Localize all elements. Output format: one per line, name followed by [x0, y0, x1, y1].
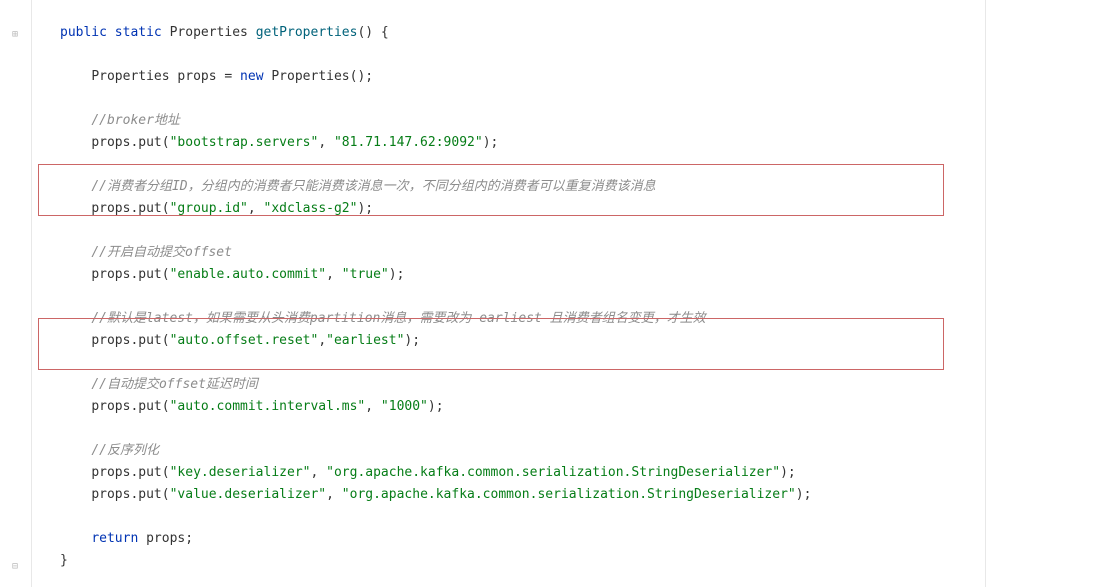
var-props: props	[91, 267, 130, 282]
string-bootstrap-key: "bootstrap.servers"	[170, 135, 319, 150]
string-offsetreset-value: "earliest"	[326, 333, 404, 348]
keyword-new: new	[240, 69, 263, 84]
type-properties: Properties	[271, 69, 349, 84]
comment-autocommit: //开启自动提交offset	[91, 245, 232, 260]
string-autocommit-value: "true"	[342, 267, 389, 282]
string-interval-value: "1000"	[381, 399, 428, 414]
string-bootstrap-value: "81.71.147.62:9092"	[334, 135, 483, 150]
string-valdeser-key: "value.deserializer"	[170, 487, 327, 502]
keyword-public: public	[60, 25, 107, 40]
string-valdeser-value: "org.apache.kafka.common.serialization.S…	[342, 487, 796, 502]
type-properties: Properties	[91, 69, 169, 84]
fold-collapse-icon[interactable]: ⊟	[12, 556, 18, 578]
var-props: props	[91, 465, 130, 480]
comment-group: //消费者分组ID，分组内的消费者只能消费该消息一次，不同分组内的消费者可以重复…	[91, 179, 655, 194]
var-props: props	[91, 201, 130, 216]
code-content: public static Properties getProperties()…	[32, 0, 1118, 572]
method-put: put	[138, 201, 161, 216]
var-props: props	[91, 487, 130, 502]
method-put: put	[138, 399, 161, 414]
type-properties: Properties	[170, 25, 248, 40]
comment-interval: //自动提交offset延迟时间	[91, 377, 258, 392]
editor-gutter: ⊞ ⊟	[0, 0, 32, 587]
string-keydeser-key: "key.deserializer"	[170, 465, 311, 480]
method-put: put	[138, 465, 161, 480]
method-put: put	[138, 487, 161, 502]
code-editor[interactable]: public static Properties getProperties()…	[32, 0, 1118, 572]
string-autocommit-key: "enable.auto.commit"	[170, 267, 327, 282]
var-props: props	[91, 135, 130, 150]
string-offsetreset-key: "auto.offset.reset"	[170, 333, 319, 348]
string-interval-key: "auto.commit.interval.ms"	[170, 399, 366, 414]
var-props: props	[177, 69, 216, 84]
string-group-value: "xdclass-g2"	[264, 201, 358, 216]
comment-deserializer: //反序列化	[91, 443, 159, 458]
comment-offsetreset: //默认是latest，如果需要从头消费partition消息，需要改为 ear…	[91, 311, 705, 326]
method-name: getProperties	[256, 25, 358, 40]
keyword-static: static	[115, 25, 162, 40]
var-props: props	[91, 333, 130, 348]
var-props: props	[91, 399, 130, 414]
string-keydeser-value: "org.apache.kafka.common.serialization.S…	[326, 465, 780, 480]
comment-broker: //broker地址	[91, 113, 180, 128]
string-group-key: "group.id"	[170, 201, 248, 216]
method-put: put	[138, 135, 161, 150]
var-props: props	[146, 531, 185, 546]
method-put: put	[138, 333, 161, 348]
method-put: put	[138, 267, 161, 282]
keyword-return: return	[91, 531, 138, 546]
fold-expand-icon[interactable]: ⊞	[12, 24, 18, 46]
